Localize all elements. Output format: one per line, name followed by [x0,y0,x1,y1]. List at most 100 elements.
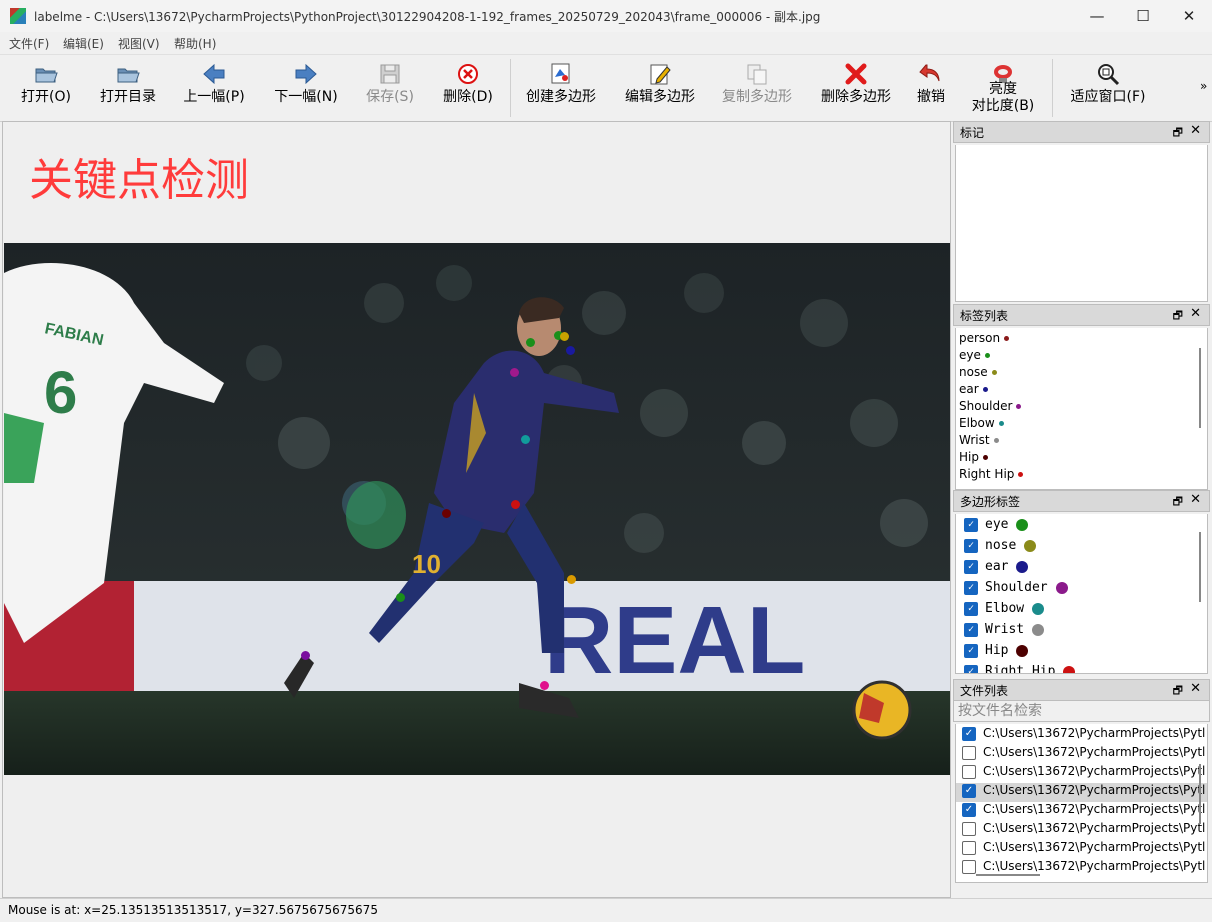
open-dir-button[interactable]: 打开目录 [95,61,161,117]
label-list-item-text: nose [959,365,988,379]
prev-image-button[interactable]: 上一幅(P) [178,61,250,117]
label-list-item[interactable]: person [956,331,1207,348]
label-color-dot-icon [993,438,999,443]
polygon-label-item[interactable]: ✓ ear [956,559,1207,580]
toolbar-overflow-button[interactable]: » [1200,79,1207,93]
polygon-color-dot-icon [1016,518,1029,531]
file-checkbox[interactable] [962,745,976,760]
keypoint-elbow[interactable] [521,435,530,444]
file-list-horizontal-scrollbar[interactable] [976,874,1040,876]
save-label: 保存(S) [366,89,414,105]
polygon-visibility-checkbox[interactable]: ✓ [964,643,978,658]
close-icon[interactable]: ✕ [1190,306,1201,321]
image-canvas[interactable]: 关键点检测 REAL 6 FABIAN 10 [2,121,951,898]
polygon-label-item[interactable]: ✓ Wrist [956,622,1207,643]
delete-file-button[interactable]: 删除(D) [440,61,496,117]
label-list-item[interactable]: Wrist [956,433,1207,450]
file-path-text: C:\Users\13672\PycharmProjects\Pytl [983,783,1206,797]
polygon-label-item[interactable]: ✓ Elbow [956,601,1207,622]
keypoint-knee[interactable] [567,575,576,584]
file-path-text: C:\Users\13672\PycharmProjects\Pytl [983,745,1206,759]
open-button[interactable]: 打开(O) [18,61,74,117]
file-checkbox[interactable] [962,821,976,836]
file-list-item[interactable]: ✓ C:\Users\13672\PycharmProjects\Pytl [956,802,1207,821]
polygon-visibility-checkbox[interactable]: ✓ [964,580,978,595]
minimize-button[interactable]: — [1074,0,1120,32]
label-list-item[interactable]: ear [956,382,1207,399]
label-list-item[interactable]: Hip [956,450,1207,467]
float-icon[interactable]: 🗗 [1173,682,1183,701]
file-list[interactable]: ✓ C:\Users\13672\PycharmProjects\Pytl C:\U… [955,724,1208,883]
polygon-visibility-checkbox[interactable]: ✓ [964,622,978,637]
label-list-item[interactable]: Elbow [956,416,1207,433]
polygon-list-scrollbar[interactable] [1199,532,1201,602]
undo-button[interactable]: 撤销 [913,61,949,117]
maximize-button[interactable]: ☐ [1120,0,1166,32]
close-icon[interactable]: ✕ [1190,123,1201,138]
keypoint-shoulder[interactable] [510,368,519,377]
file-list-item[interactable]: ✓ C:\Users\13672\PycharmProjects\Pytl [956,726,1207,745]
file-list-item[interactable]: C:\Users\13672\PycharmProjects\Pytl [956,745,1207,764]
window-title: labelme - C:\Users\13672\PycharmProjects… [34,10,821,24]
polygon-visibility-checkbox[interactable]: ✓ [964,664,978,673]
polygon-label-item[interactable]: ✓ nose [956,538,1207,559]
polygon-label-item[interactable]: ✓ Hip [956,643,1207,664]
polygon-label-item[interactable]: ✓ Shoulder [956,580,1207,601]
file-checkbox[interactable]: ✓ [962,802,976,817]
keypoint-hip[interactable] [511,500,520,509]
label-list-dock-title: 标签列表 🗗 ✕ [953,304,1210,326]
file-checkbox[interactable]: ✓ [962,783,976,798]
delete-polygon-button[interactable]: 删除多边形 [817,61,895,117]
copy-polygon-button[interactable]: 复制多边形 [718,61,796,117]
close-button[interactable]: ✕ [1166,0,1212,32]
float-icon[interactable]: 🗗 [1173,307,1183,326]
file-list-item[interactable]: C:\Users\13672\PycharmProjects\Pytl [956,764,1207,783]
polygon-visibility-checkbox[interactable]: ✓ [964,517,978,532]
file-checkbox[interactable]: ✓ [962,726,976,741]
fit-window-button[interactable]: 适应窗口(F) [1064,61,1152,117]
label-list[interactable]: person eye nose ear Shoulder Elbow Wrist Hip Rig… [955,328,1208,490]
next-image-button[interactable]: 下一幅(N) [270,61,342,117]
floppy-disk-icon [377,61,403,87]
file-checkbox[interactable] [962,840,976,855]
float-icon[interactable]: 🗗 [1173,493,1183,512]
save-button[interactable]: 保存(S) [362,61,418,117]
keypoint-eye[interactable] [560,332,569,341]
keypoint-hip[interactable] [442,509,451,518]
file-list-item[interactable]: C:\Users\13672\PycharmProjects\Pytl [956,821,1207,840]
polygon-visibility-checkbox[interactable]: ✓ [964,601,978,616]
create-polygon-label: 创建多边形 [526,89,596,105]
file-search-input[interactable]: 按文件名检索 [953,701,1210,722]
polygon-label-list[interactable]: ✓ eye ✓ nose ✓ ear ✓ Shoulder ✓ Elbow ✓ Wrist ✓ Hip ✓ R… [955,514,1208,674]
flags-list[interactable] [955,145,1208,302]
keypoint-ankle[interactable] [540,681,549,690]
brightness-contrast-button[interactable]: 亮度 对比度(B) [966,61,1040,117]
keypoint-ear[interactable] [526,338,535,347]
keypoint-knee[interactable] [396,593,405,602]
file-list-scrollbar[interactable] [1199,764,1201,824]
file-list-item[interactable]: C:\Users\13672\PycharmProjects\Pytl [956,840,1207,859]
polygon-visibility-checkbox[interactable]: ✓ [964,538,978,553]
close-icon[interactable]: ✕ [1190,492,1201,507]
polygon-label-item[interactable]: ✓ eye [956,517,1207,538]
create-polygon-button[interactable]: 创建多边形 [522,61,600,117]
file-checkbox[interactable] [962,859,976,874]
menu-edit[interactable]: 编辑(E) [63,35,104,52]
float-icon[interactable]: 🗗 [1173,124,1183,143]
label-list-item[interactable]: eye [956,348,1207,365]
label-list-item[interactable]: Right Hip [956,467,1207,484]
label-list-item[interactable]: nose [956,365,1207,382]
edit-polygon-button[interactable]: 编辑多边形 [621,61,699,117]
file-list-item[interactable]: ✓ C:\Users\13672\PycharmProjects\Pytl [956,783,1207,802]
label-list-item[interactable]: Shoulder [956,399,1207,416]
menu-view[interactable]: 视图(V) [118,35,160,52]
label-list-scrollbar[interactable] [1199,348,1201,428]
file-checkbox[interactable] [962,764,976,779]
menu-help[interactable]: 帮助(H) [174,35,216,52]
keypoint-ankle[interactable] [301,651,310,660]
close-icon[interactable]: ✕ [1190,681,1201,696]
polygon-label-item[interactable]: ✓ Right Hip [956,664,1207,673]
keypoint-nose[interactable] [566,346,575,355]
menu-file[interactable]: 文件(F) [9,35,49,52]
polygon-visibility-checkbox[interactable]: ✓ [964,559,978,574]
